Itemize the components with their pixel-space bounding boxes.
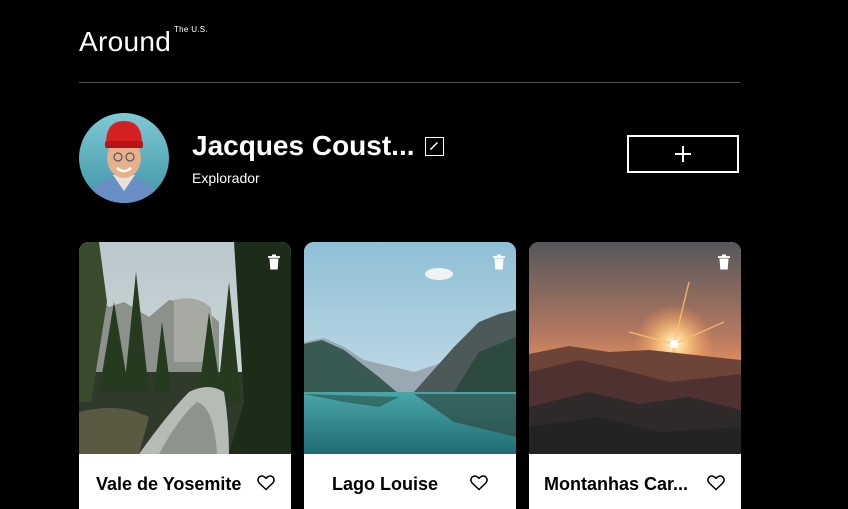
card-title: Montanhas Car... [544,474,689,494]
photo-yosemite-valley-icon [79,242,291,454]
trash-icon[interactable] [267,254,281,270]
card-image[interactable] [79,242,291,454]
card-image[interactable] [304,242,516,454]
profile-about: Explorador [192,170,260,186]
logo-text: Around [79,26,172,57]
trash-icon[interactable] [492,254,506,270]
card-title: Vale de Yosemite [96,474,242,494]
card-footer: Lago Louise [304,454,516,509]
places-grid: Vale de Yosemite Lago Louise Montanhas C… [79,242,741,509]
photo-sunset-mountains-icon [529,242,741,454]
card-title: Lago Louise [332,474,439,494]
logo: Around The U.S. [79,22,208,62]
add-place-button[interactable] [627,135,739,173]
place-card: Lago Louise [304,242,516,509]
card-footer: Montanhas Car... [529,454,741,509]
profile-name-row: Jacques Coust... [192,127,444,165]
photo-lake-louise-icon [304,242,516,454]
edit-profile-button[interactable] [424,136,444,156]
page-header: Around The U.S. [79,22,740,83]
logo-superscript: The U.S. [174,25,208,34]
heart-icon[interactable] [470,475,488,491]
trash-icon[interactable] [717,254,731,270]
place-card: Vale de Yosemite [79,242,291,509]
card-footer: Vale de Yosemite [79,454,291,509]
pencil-icon [429,141,439,151]
card-image[interactable] [529,242,741,454]
profile-name: Jacques Coust... [192,130,415,161]
profile-section: Jacques Coust... Explorador [79,113,740,203]
place-card: Montanhas Car... [529,242,741,509]
heart-icon[interactable] [257,475,275,491]
heart-icon[interactable] [707,475,725,491]
plus-icon [675,146,691,162]
avatar[interactable] [79,113,169,203]
